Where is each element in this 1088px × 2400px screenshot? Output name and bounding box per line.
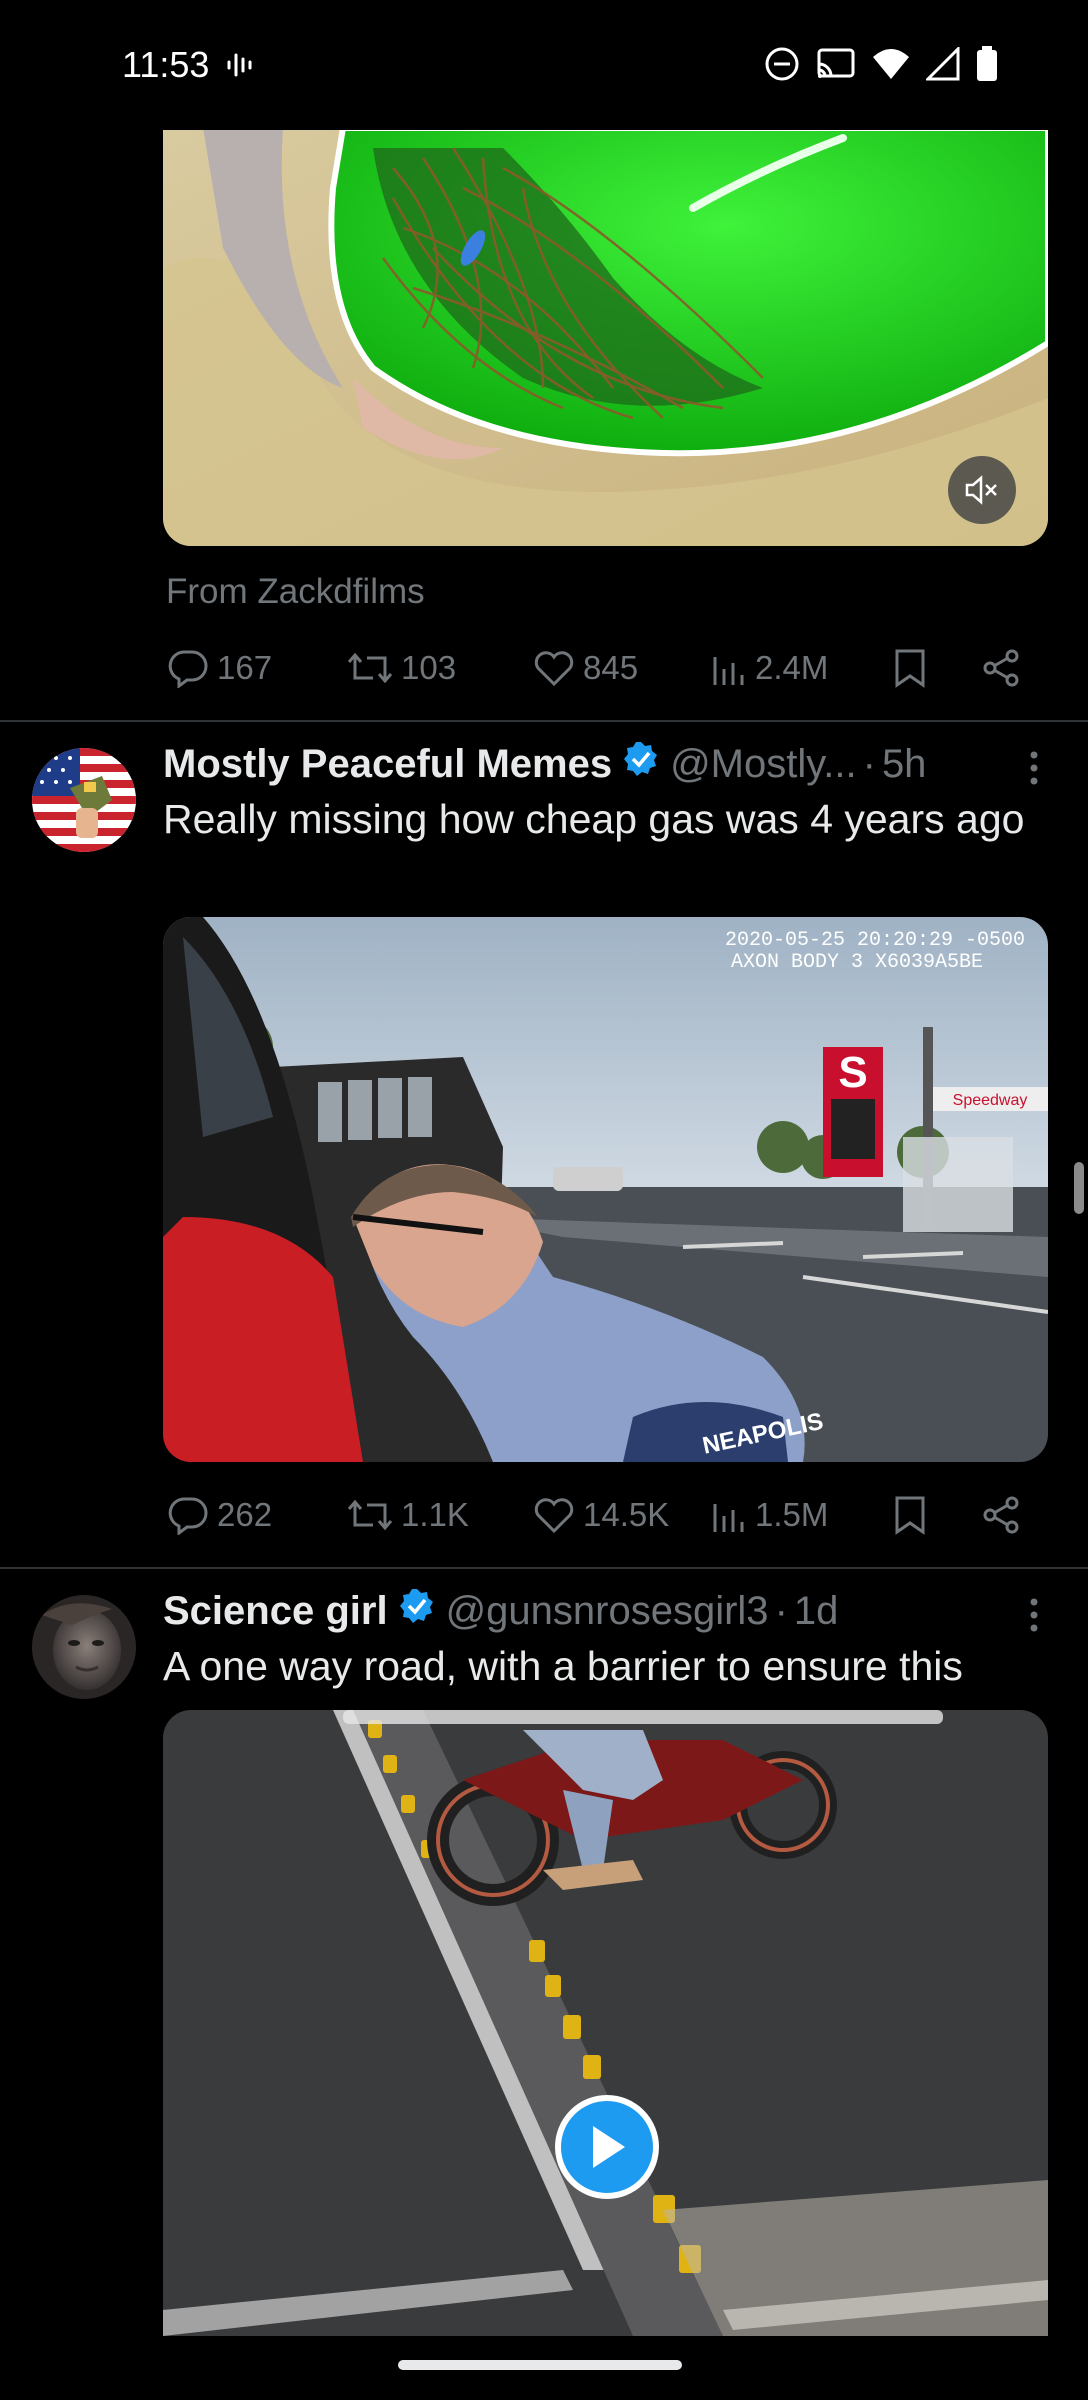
tweet-timestamp[interactable]: 1d bbox=[794, 1589, 839, 1634]
heart-icon bbox=[534, 651, 574, 687]
tweet-action-bar: 262 1.1K 14.5K 1.5M bbox=[163, 1485, 1033, 1545]
tweet-action-bar: 167 103 845 2.4M bbox=[163, 638, 1033, 698]
verified-badge-icon bbox=[398, 1587, 436, 1635]
tweet-header: Mostly Peaceful Memes @Mostly... · 5h bbox=[163, 740, 926, 788]
bodycam-device-id: AXON BODY 3 X6039A5BE bbox=[731, 951, 983, 974]
mute-button[interactable] bbox=[948, 456, 1016, 524]
view-count: 1.5M bbox=[755, 1496, 829, 1533]
reply-count: 167 bbox=[217, 649, 273, 686]
reply-count: 262 bbox=[217, 1496, 273, 1533]
more-options-button[interactable] bbox=[1028, 1597, 1048, 1638]
analytics-icon bbox=[713, 657, 744, 685]
author-handle[interactable]: @gunsnrosesgirl3 bbox=[446, 1589, 769, 1634]
bookmark-button[interactable] bbox=[893, 1495, 927, 1535]
retweet-icon bbox=[347, 1499, 393, 1531]
wifi-icon bbox=[872, 47, 910, 86]
author-handle[interactable]: @Mostly... bbox=[670, 742, 857, 787]
like-count: 845 bbox=[583, 649, 639, 686]
bodycam-timestamp: 2020-05-25 20:20:29 -0500 bbox=[725, 929, 1025, 952]
reply-button[interactable]: 167 bbox=[167, 648, 272, 688]
speedway-sign-text: Speedway bbox=[953, 1092, 1028, 1109]
views-button[interactable]: 1.5M bbox=[711, 1496, 828, 1534]
tweet-timestamp[interactable]: 5h bbox=[882, 742, 927, 787]
battery-icon bbox=[976, 46, 998, 87]
svg-text:S: S bbox=[838, 1048, 867, 1097]
tweet-video[interactable] bbox=[163, 128, 1048, 546]
more-vertical-icon bbox=[1030, 751, 1038, 785]
status-icons bbox=[764, 45, 998, 87]
share-icon bbox=[983, 649, 1019, 687]
reply-button[interactable]: 262 bbox=[167, 1495, 272, 1535]
flag-avatar-image bbox=[32, 748, 136, 852]
more-vertical-icon bbox=[1030, 1598, 1038, 1632]
tweet-video[interactable] bbox=[163, 1710, 1048, 2336]
media-source-caption[interactable]: From Zackdfilms bbox=[166, 572, 425, 612]
bookmark-button[interactable] bbox=[893, 648, 927, 688]
retweet-count: 1.1K bbox=[401, 1496, 469, 1533]
status-bar: 11:53 bbox=[0, 0, 1088, 130]
tweet-divider bbox=[0, 720, 1088, 722]
cast-icon bbox=[816, 46, 856, 87]
portrait-avatar-image bbox=[32, 1595, 136, 1699]
video-frame-illustration bbox=[163, 128, 1048, 546]
author-name[interactable]: Science girl bbox=[163, 1589, 388, 1634]
share-button[interactable] bbox=[981, 1495, 1021, 1535]
retweet-count: 103 bbox=[401, 649, 457, 686]
retweet-button[interactable]: 1.1K bbox=[347, 1496, 469, 1534]
bodycam-photo: S Speedway NEAPOLIS 2020-05-25 20:20:29 … bbox=[163, 917, 1048, 1462]
bookmark-icon bbox=[895, 649, 925, 688]
signal-icon bbox=[924, 45, 960, 86]
speaker-muted-icon bbox=[965, 475, 997, 505]
avatar[interactable] bbox=[32, 1595, 136, 1699]
tweet-text: Really missing how cheap gas was 4 years… bbox=[163, 796, 1025, 842]
tweet-divider bbox=[0, 1567, 1088, 1569]
home-indicator[interactable] bbox=[398, 2360, 682, 2370]
tweet-image[interactable]: S Speedway NEAPOLIS 2020-05-25 20:20:29 … bbox=[163, 917, 1048, 1462]
view-count: 2.4M bbox=[755, 649, 829, 686]
separator-dot: · bbox=[774, 1588, 788, 1633]
author-name[interactable]: Mostly Peaceful Memes bbox=[163, 742, 612, 787]
like-count: 14.5K bbox=[583, 1496, 670, 1533]
more-options-button[interactable] bbox=[1028, 750, 1048, 791]
share-button[interactable] bbox=[981, 648, 1021, 688]
like-button[interactable]: 14.5K bbox=[533, 1496, 669, 1534]
views-button[interactable]: 2.4M bbox=[711, 649, 828, 687]
tweet-text: A one way road, with a barrier to ensure… bbox=[163, 1643, 963, 1689]
do-not-disturb-icon bbox=[764, 46, 800, 87]
play-icon bbox=[593, 2126, 625, 2168]
retweet-button[interactable]: 103 bbox=[347, 649, 456, 687]
road-barrier-video-frame bbox=[163, 1710, 1048, 2336]
tweet-header: Science girl @gunsnrosesgirl3 · 1d bbox=[163, 1587, 838, 1635]
status-time: 11:53 bbox=[122, 44, 210, 85]
like-button[interactable]: 845 bbox=[533, 649, 638, 687]
avatar[interactable] bbox=[32, 748, 136, 852]
separator-dot: · bbox=[862, 741, 876, 786]
bookmark-icon bbox=[895, 1496, 925, 1535]
play-button[interactable] bbox=[555, 2095, 659, 2199]
reply-icon bbox=[168, 650, 208, 688]
verified-badge-icon bbox=[622, 740, 660, 788]
reply-icon bbox=[168, 1497, 208, 1535]
retweet-icon bbox=[347, 652, 393, 684]
share-icon bbox=[983, 1496, 1019, 1534]
heart-icon bbox=[534, 1498, 574, 1534]
voice-wave-icon bbox=[226, 50, 256, 85]
scrollbar-thumb[interactable] bbox=[1074, 1162, 1084, 1214]
analytics-icon bbox=[713, 1504, 744, 1532]
